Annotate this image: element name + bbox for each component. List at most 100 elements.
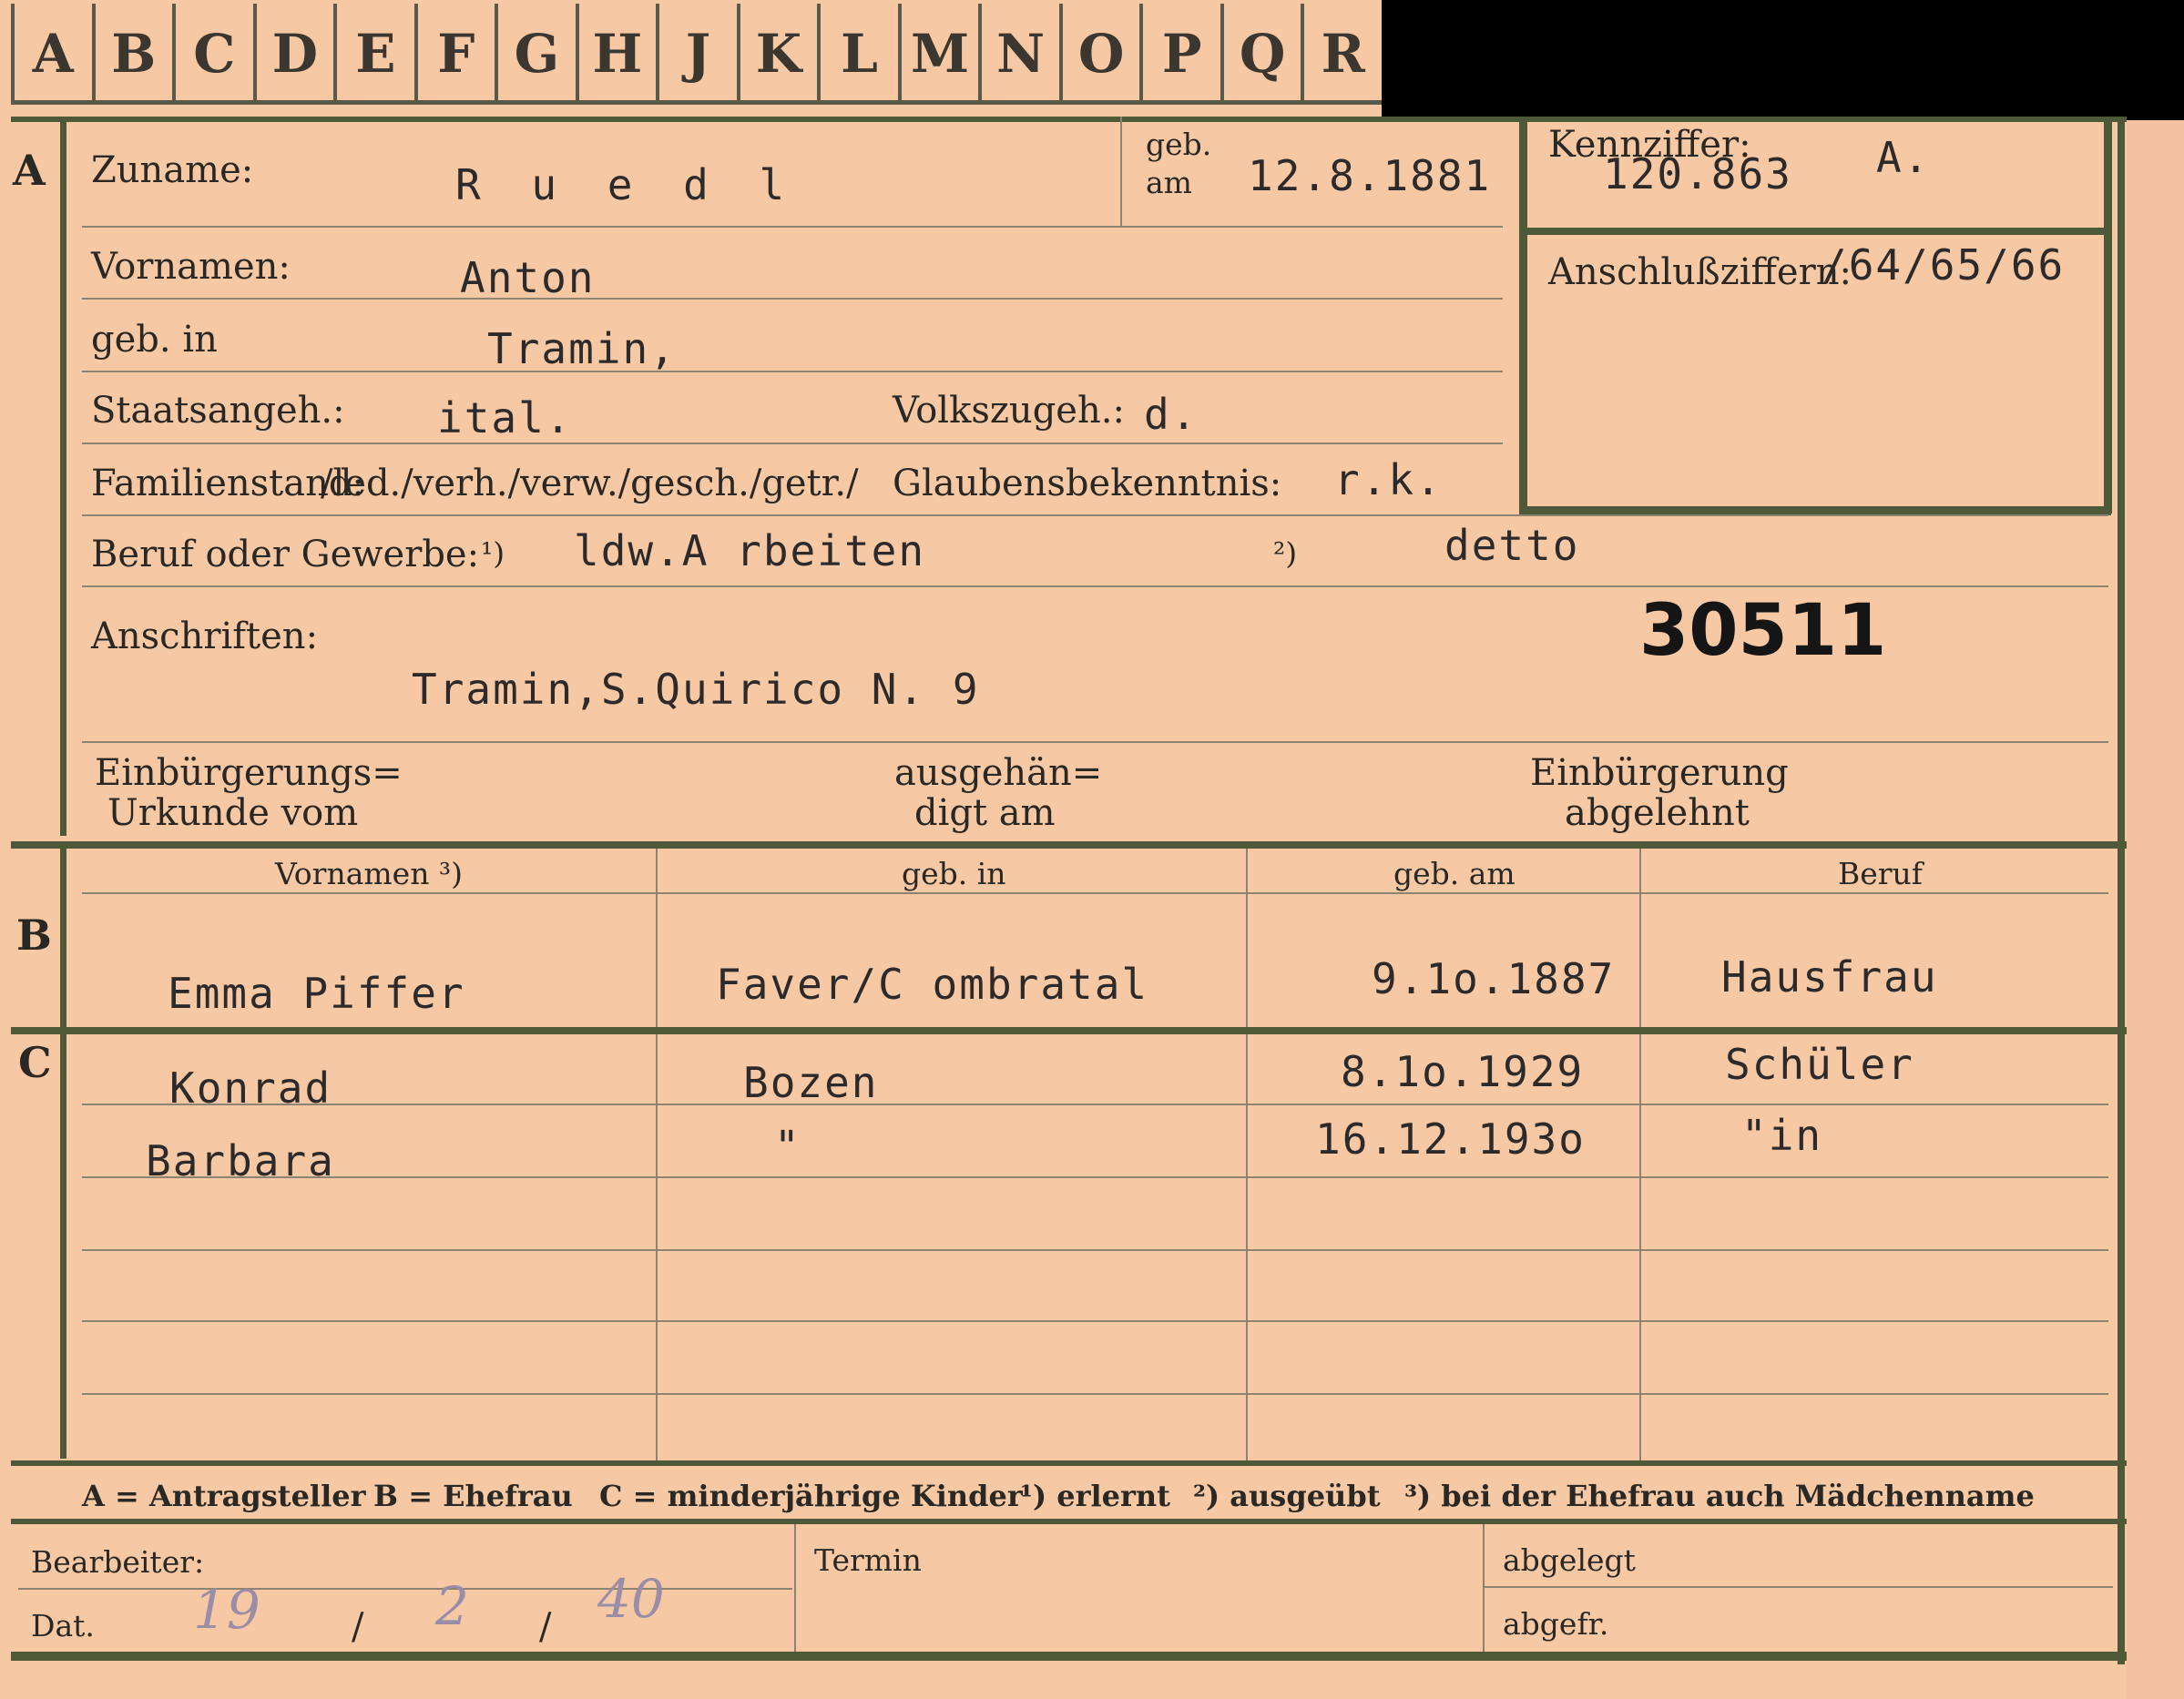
familienstand-options: /led./verh./verw./gesch./getr./ [321,463,859,504]
index-tab-a: A [11,4,92,104]
rule-c-row5 [82,1393,2108,1395]
beruf-value-1: ldw.A rbeiten [574,526,926,575]
geb-am-value: 12.8.1881 [1248,151,1492,200]
rule-c-col2 [1246,1034,1248,1460]
c-row1-geb-in: Bozen [743,1058,879,1107]
rule-b-col1 [656,849,658,1027]
rule-footer-left [18,1588,792,1590]
b-header-geb-in: geb. in [902,856,1006,891]
index-tab-strip: ABCDEFGHJKLMNOPQR [11,4,1382,106]
frame-sep-ab [11,841,2127,849]
b-header-geb-am: geb. am [1393,856,1516,891]
dat-label: Dat. [31,1608,95,1643]
rule-footer-right [1485,1586,2113,1588]
index-tab-g: G [495,4,576,104]
index-tab-m: M [897,4,979,104]
ausgeh-label-2: digt am [914,792,1056,834]
frame-right [2118,117,2125,1664]
index-tab-q: Q [1220,4,1301,104]
b-vornamen-value: Emma Piffer [168,969,465,1018]
rule-beruf [82,585,2108,587]
stamp-number: 30511 [1639,590,1887,672]
index-tab-p: P [1139,4,1220,104]
dat-slash-1: / [352,1606,364,1648]
background-corner [1382,0,2184,120]
index-tab-h: H [575,4,657,104]
kennziffer-box-mid [1519,228,2111,235]
geb-in-label: geb. in [91,319,218,361]
card-edge [2127,120,2184,1699]
kennziffer-box-right [2104,117,2112,514]
index-tab-f: F [413,4,495,104]
kennziffer-letter: A. [1876,133,1931,182]
rule-footer-col2 [1483,1524,1485,1652]
legend-note-3: ³) bei der Ehefrau auch Mädchenname [1404,1479,2035,1513]
dat-day: 19 [193,1579,260,1641]
index-tab-o: O [1058,4,1140,104]
rule-b-col3 [1639,849,1641,1027]
staatsangeh-value: ital. [437,393,573,443]
anschluss-label: Anschlußziffern: [1548,251,1852,293]
c-row2-geb-in: " [774,1122,801,1171]
index-tab-k: K [736,4,818,104]
zuname-label: Zuname: [91,149,254,191]
b-geb-in-value: Faver/C ombratal [716,960,1149,1009]
frame-left-a [60,117,66,836]
rule-vornamen [82,298,1503,300]
section-b-marker: B [16,911,52,960]
index-tab-n: N [978,4,1059,104]
c-row2-geb-am: 16.12.193o [1315,1114,1586,1164]
frame-bottom [11,1652,2127,1661]
index-tab-d: D [252,4,334,104]
rule-anschrift [82,741,2108,743]
geb-in-value: Tramin, [487,324,677,373]
index-tab-l: L [817,4,898,104]
beruf-label: Beruf oder Gewerbe: [91,534,480,575]
einb-abgelehnt-label-2: abgelehnt [1565,792,1750,834]
abgelegt-label: abgelegt [1503,1542,1636,1578]
geb-am-label: geb. am [1146,127,1212,200]
staatsangeh-label: Staatsangeh.: [91,390,345,432]
index-tab-b: B [91,4,173,104]
dat-month: 2 [435,1575,469,1637]
frame-sep-footer [11,1519,2127,1524]
index-tab-c: C [172,4,253,104]
legend-note-1: ¹) erlernt [1020,1479,1170,1513]
frame-sep-legend [11,1460,2127,1466]
legend-c: C = minderjährige Kinder [599,1479,1023,1513]
rule-b-col2 [1246,849,1248,1027]
glauben-value: r.k. [1334,455,1443,504]
rule-c-row1 [82,1104,2108,1105]
b-geb-am-value: 9.1o.1887 [1372,954,1616,1003]
bearbeiter-label: Bearbeiter: [31,1544,205,1580]
rule-c-row4 [82,1320,2108,1322]
index-tab-e: E [333,4,414,104]
beruf-value-2: detto [1444,521,1580,570]
rule-gebin [82,371,1503,372]
volkszugeh-value: d. [1144,390,1199,439]
legend-a: A = Antragsteller [82,1479,366,1513]
rule-staat [82,443,1503,444]
c-row1-beruf: Schüler [1725,1040,1914,1089]
dat-year: 40 [597,1568,665,1630]
beruf-mark-2: ²) [1273,535,1298,571]
rule-c-row2 [82,1176,2108,1178]
volkszugeh-label: Volkszugeh.: [893,390,1125,432]
frame-top [11,117,2127,122]
einb-urkunde-label-2: Urkunde vom [107,792,359,834]
c-row1-vornamen: Konrad [169,1063,332,1113]
rule-geb-divider [1120,117,1122,226]
section-c-marker: C [18,1038,52,1087]
beruf-mark-1: ¹) [481,535,505,571]
rule-c-col1 [656,1034,658,1460]
c-row2-beruf: "in [1741,1111,1823,1160]
dat-slash-2: / [539,1606,552,1648]
rule-c-col3 [1639,1034,1641,1460]
kennziffer-value: 120.863 [1603,149,1792,198]
frame-left-b [60,849,66,1031]
abgefr-label: abgefr. [1503,1606,1609,1642]
c-row1-geb-am: 8.1o.1929 [1341,1047,1585,1096]
rule-zuname [82,226,1503,228]
c-row2-vornamen: Barbara [146,1136,335,1185]
rule-footer-col1 [794,1524,796,1652]
